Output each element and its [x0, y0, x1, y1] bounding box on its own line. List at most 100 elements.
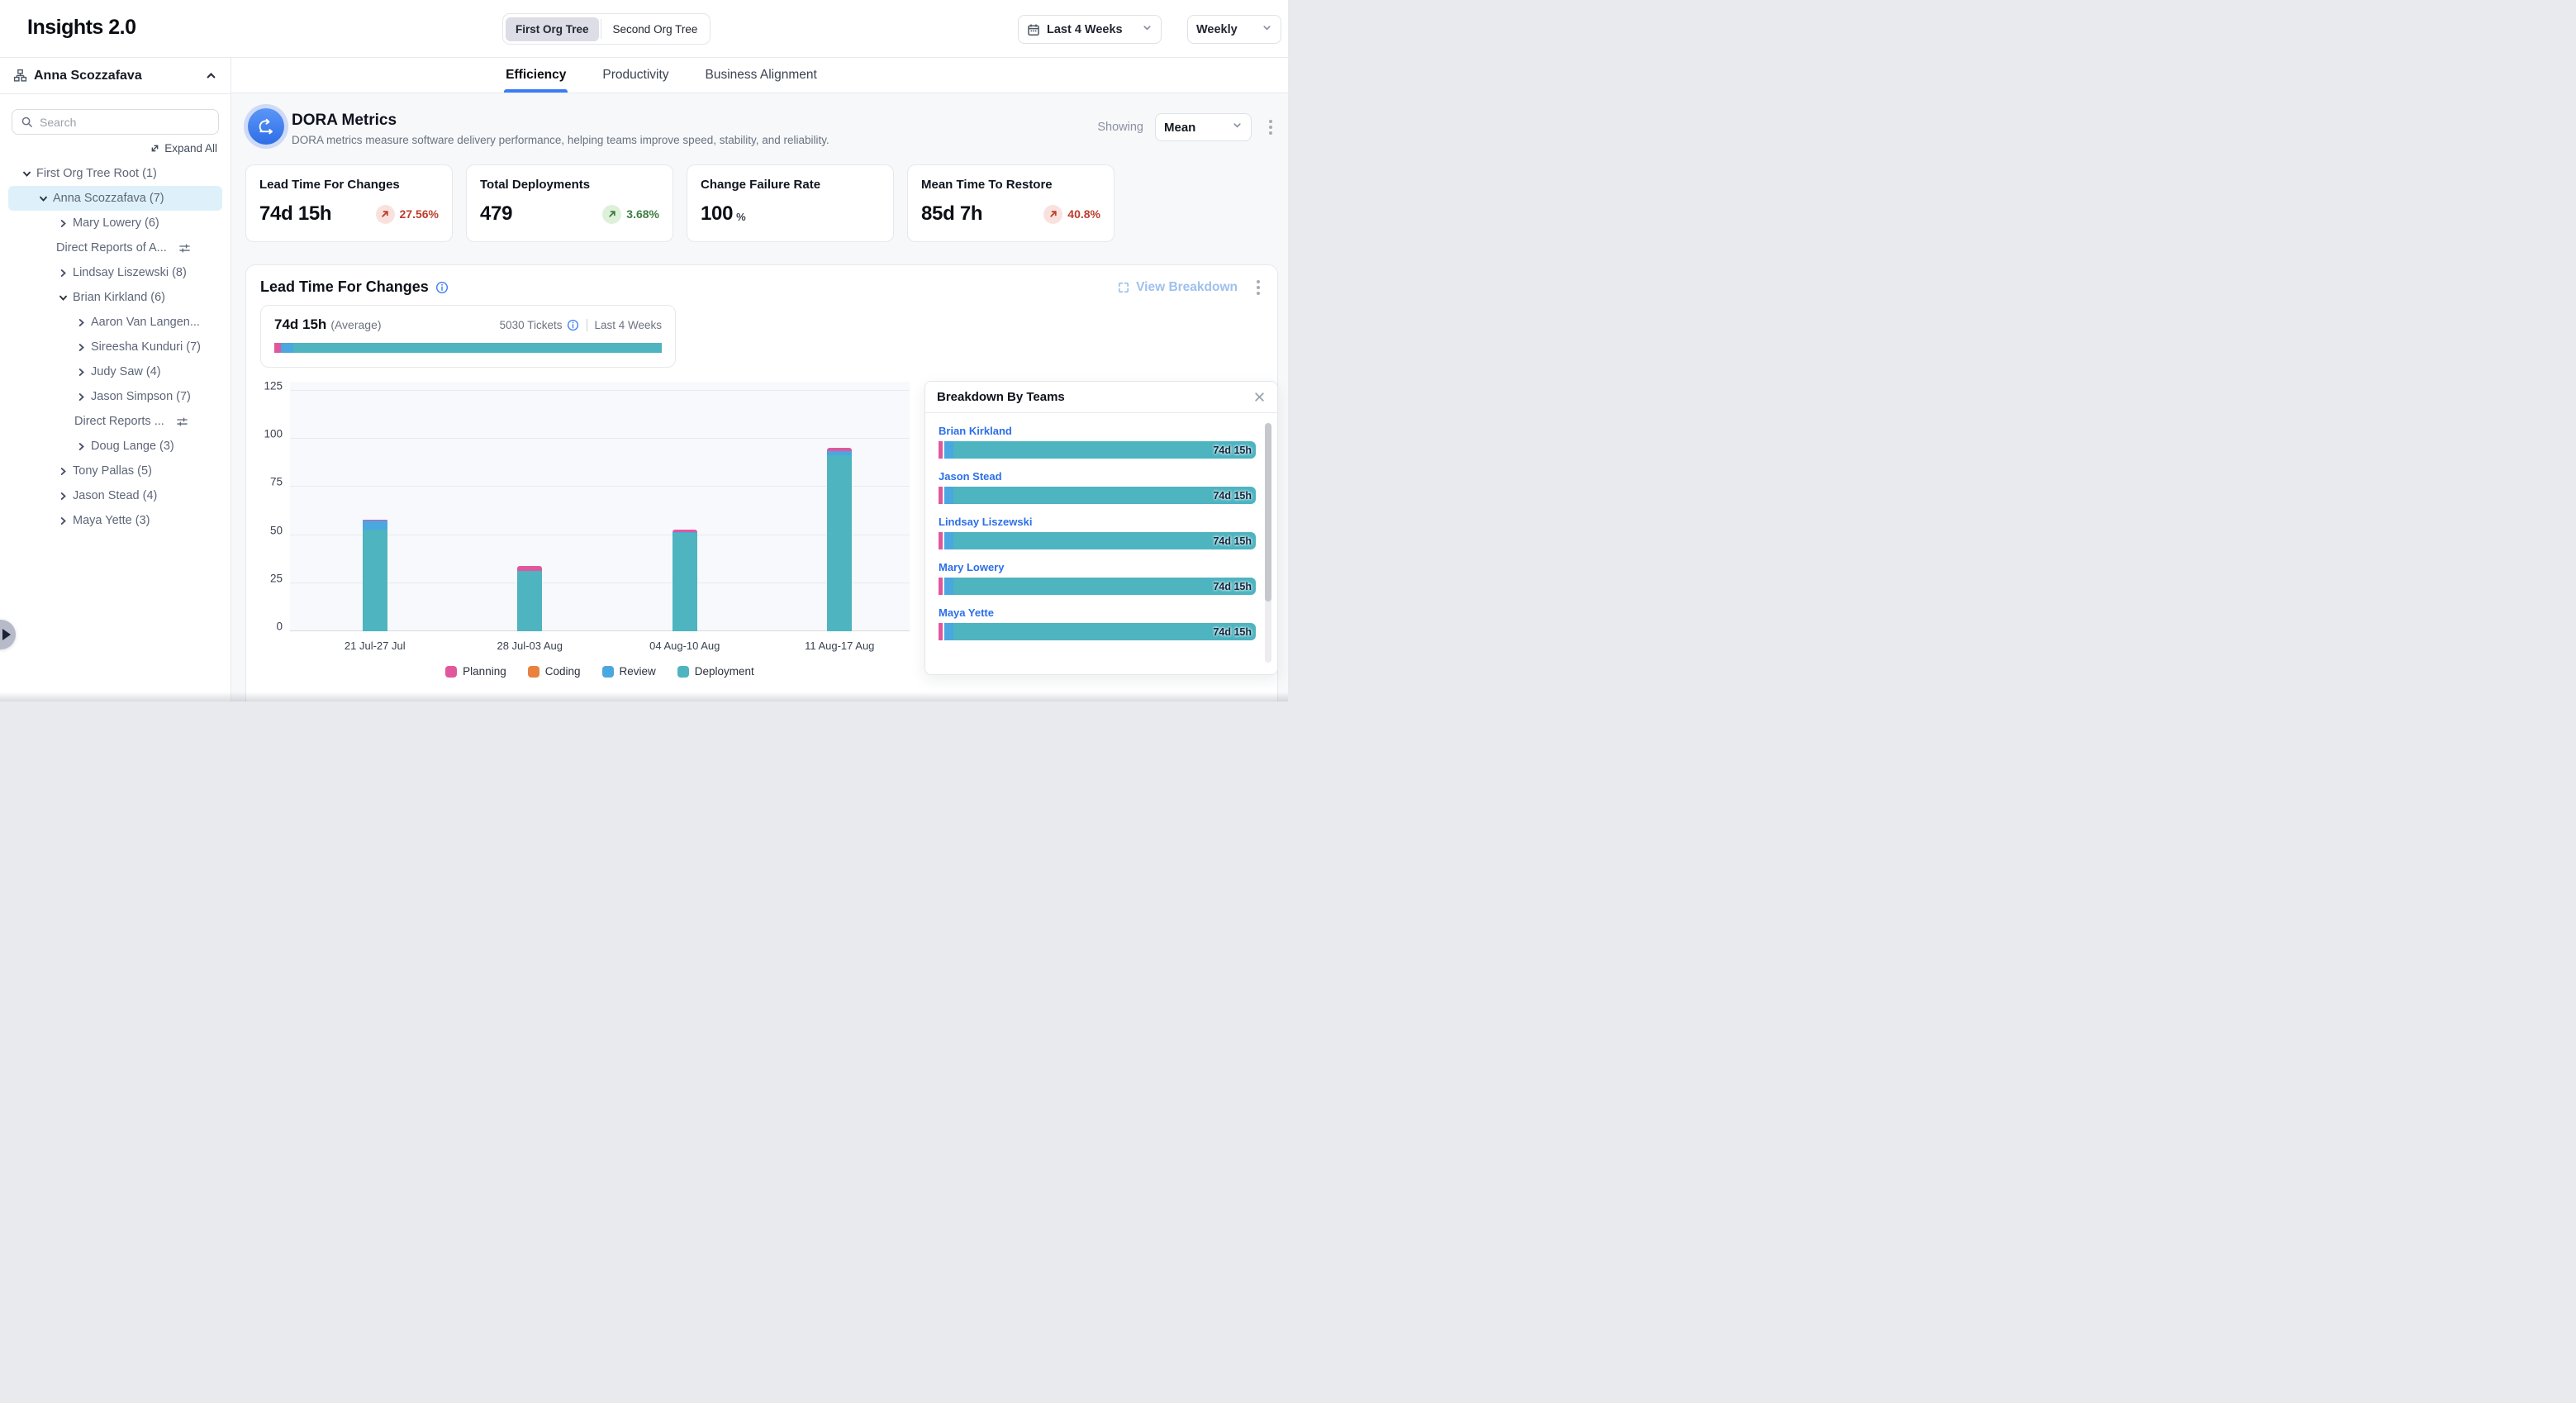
- close-icon[interactable]: [1253, 391, 1266, 403]
- chevron-down-icon[interactable]: [56, 291, 69, 304]
- metric-cards: Lead Time For Changes74d 15h27.56%Total …: [245, 164, 1115, 242]
- tree-item[interactable]: Direct Reports ...: [0, 409, 222, 434]
- breakdown-bar: 74d 15h: [939, 578, 1256, 595]
- chevron-down-icon[interactable]: [20, 167, 33, 180]
- chevron-right-icon[interactable]: [74, 340, 88, 354]
- metric-card-value-row: 100%: [701, 202, 880, 226]
- chevron-right-icon[interactable]: [56, 216, 69, 230]
- org-tree-toggle: First Org Tree Second Org Tree: [502, 13, 711, 45]
- summary-value: 74d 15h: [274, 316, 326, 333]
- tree-item[interactable]: Lindsay Liszewski (8): [0, 260, 222, 285]
- chart-bar[interactable]: [363, 520, 387, 631]
- tree-item[interactable]: Tony Pallas (5): [0, 459, 222, 483]
- aggregation-select[interactable]: Mean: [1155, 113, 1252, 141]
- expand-corners-icon: [1117, 281, 1130, 294]
- org-sidebar: Anna Scozzafava Expand All First Org Tre…: [0, 58, 231, 702]
- tree-item[interactable]: Doug Lange (3): [0, 434, 222, 459]
- breakdown-bar: 74d 15h: [939, 532, 1256, 549]
- tree-item[interactable]: Aaron Van Langen...: [0, 310, 222, 335]
- y-axis-tick-label: 50: [270, 524, 283, 536]
- chevron-right-icon[interactable]: [74, 440, 88, 453]
- chevron-right-icon[interactable]: [56, 464, 69, 478]
- metric-card-value: 100: [701, 202, 733, 226]
- info-icon[interactable]: [567, 319, 579, 331]
- chevron-down-icon: [1232, 120, 1243, 135]
- chevron-right-icon[interactable]: [56, 266, 69, 279]
- date-range-select[interactable]: Last 4 Weeks: [1018, 15, 1162, 44]
- trend-percent: 40.8%: [1067, 207, 1100, 221]
- chevron-right-icon[interactable]: [74, 390, 88, 403]
- search-input[interactable]: [40, 116, 210, 129]
- expand-all-button[interactable]: Expand All: [0, 142, 217, 155]
- legend-item-coding: Coding: [528, 665, 581, 678]
- x-axis-tick-label: 21 Jul-27 Jul: [305, 640, 445, 652]
- legend-label: Planning: [463, 665, 506, 678]
- breakdown-row: Mary Lowery 74d 15h: [939, 561, 1256, 595]
- chart-bar[interactable]: [827, 448, 852, 631]
- chart-bar[interactable]: [517, 566, 542, 631]
- tree-item-label: Judy Saw (4): [91, 365, 161, 378]
- chevron-right-icon[interactable]: [74, 365, 88, 378]
- chevron-right-icon[interactable]: [56, 514, 69, 527]
- breakdown-team-link[interactable]: Maya Yette: [939, 606, 1256, 619]
- dora-section-description: DORA metrics measure software delivery p…: [292, 134, 829, 146]
- legend-item-deployment: Deployment: [677, 665, 754, 678]
- chevron-down-icon[interactable]: [36, 192, 50, 205]
- info-icon[interactable]: [435, 281, 449, 294]
- scrollbar-thumb[interactable]: [1265, 423, 1271, 602]
- metric-card-suffix: %: [736, 211, 746, 223]
- tree-item[interactable]: Sireesha Kunduri (7): [0, 335, 222, 359]
- bar-segment-deployment: [673, 533, 697, 631]
- dora-kebab-menu[interactable]: [1263, 118, 1278, 136]
- insights-app: Insights 2.0 First Org Tree Second Org T…: [0, 0, 1288, 702]
- toggle-first-org-tree[interactable]: First Org Tree: [506, 17, 599, 41]
- tree-item[interactable]: First Org Tree Root (1): [0, 161, 222, 186]
- legend-swatch: [528, 666, 539, 678]
- tree-item[interactable]: Direct Reports of A...: [0, 235, 222, 260]
- tree-item[interactable]: Judy Saw (4): [0, 359, 222, 384]
- metric-card-value-row: 4793.68%: [480, 202, 659, 226]
- breakdown-bar: 74d 15h: [939, 487, 1256, 504]
- tree-item[interactable]: Jason Simpson (7): [0, 384, 222, 409]
- toggle-second-org-tree[interactable]: Second Org Tree: [603, 17, 708, 41]
- tree-item[interactable]: Maya Yette (3): [0, 508, 222, 533]
- breakdown-segment-planning: [939, 441, 943, 459]
- metric-card: Change Failure Rate100%: [687, 164, 894, 242]
- metric-card: Mean Time To Restore85d 7h40.8%: [907, 164, 1115, 242]
- breakdown-scrollbar[interactable]: [1265, 423, 1271, 663]
- y-axis-tick-label: 25: [270, 572, 283, 584]
- y-axis-tick-label: 75: [270, 476, 283, 488]
- view-breakdown-button[interactable]: View Breakdown: [1117, 280, 1238, 295]
- chevron-right-icon[interactable]: [56, 489, 69, 502]
- date-range-value: Last 4 Weeks: [1047, 23, 1135, 36]
- breakdown-team-link[interactable]: Lindsay Liszewski: [939, 516, 1256, 528]
- breakdown-segment-deployment: [953, 487, 1256, 504]
- tab-efficiency[interactable]: Efficiency: [506, 58, 566, 93]
- search-icon: [21, 116, 33, 128]
- tab-productivity[interactable]: Productivity: [602, 58, 668, 93]
- breakdown-team-link[interactable]: Mary Lowery: [939, 561, 1256, 573]
- breakdown-segment-planning: [939, 532, 943, 549]
- collapse-chevron-up-icon[interactable]: [205, 69, 217, 82]
- breakdown-header: Breakdown By Teams: [925, 382, 1277, 413]
- breakdown-team-link[interactable]: Brian Kirkland: [939, 425, 1256, 437]
- tab-business-alignment[interactable]: Business Alignment: [706, 58, 817, 93]
- chart-gridline: [290, 390, 910, 391]
- x-axis-tick-label: 04 Aug-10 Aug: [615, 640, 755, 652]
- tree-item[interactable]: Jason Stead (4): [0, 483, 222, 508]
- filter-sliders-icon[interactable]: [178, 242, 191, 254]
- tree-item[interactable]: Brian Kirkland (6): [0, 285, 222, 310]
- breakdown-value: 74d 15h: [1213, 535, 1252, 547]
- lead-time-title: Lead Time For Changes: [260, 278, 429, 296]
- lead-time-kebab-menu[interactable]: [1251, 278, 1266, 297]
- filter-sliders-icon[interactable]: [176, 416, 188, 428]
- dora-section-title: DORA Metrics: [292, 112, 397, 130]
- lead-time-summary-chip: 74d 15h (Average) 5030 Tickets Last 4 We…: [260, 305, 676, 368]
- tree-item[interactable]: Anna Scozzafava (7): [8, 186, 222, 211]
- chevron-right-icon[interactable]: [74, 316, 88, 329]
- breakdown-team-link[interactable]: Jason Stead: [939, 470, 1256, 483]
- granularity-select[interactable]: Weekly: [1187, 15, 1281, 44]
- tree-item[interactable]: Mary Lowery (6): [0, 211, 222, 235]
- summary-segment-deployment: [293, 343, 662, 353]
- chart-bar[interactable]: [673, 530, 697, 631]
